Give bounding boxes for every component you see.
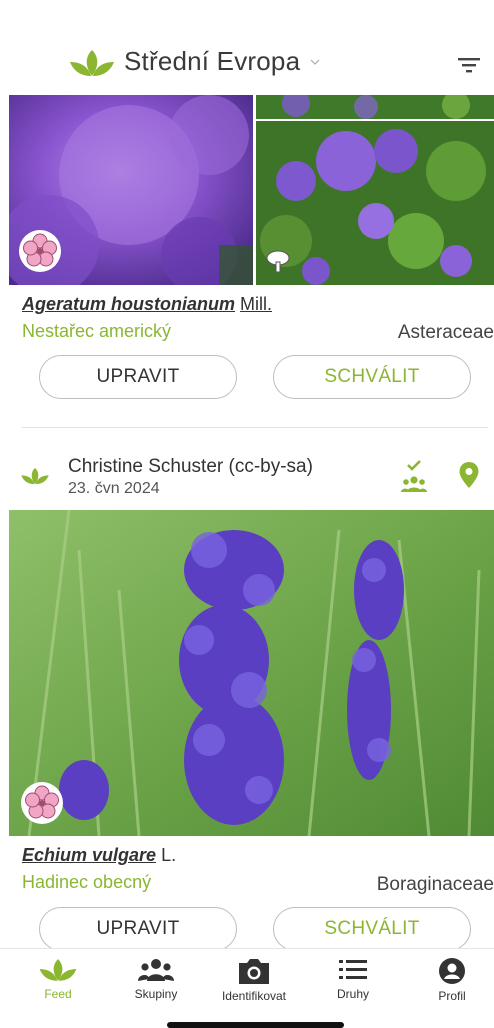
observation-photo-main[interactable] (9, 510, 494, 836)
flower-badge-icon (19, 230, 61, 272)
bottom-nav: Feed Skupiny Identifikovat Druhy Profil (0, 948, 494, 1028)
family-name: Asteraceae (397, 322, 494, 343)
observer-name[interactable]: Christine Schuster (cc-by-sa) (68, 456, 313, 478)
divider (22, 427, 488, 428)
edit-button[interactable]: UPRAVIT (39, 907, 237, 951)
nav-item-species[interactable]: Druhy (305, 957, 401, 1001)
region-title[interactable]: Střední Evropa (124, 46, 300, 77)
nav-item-groups[interactable]: Skupiny (108, 957, 204, 1001)
camera-icon (239, 959, 269, 984)
approve-button[interactable]: SCHVÁLIT (273, 907, 471, 951)
home-indicator (167, 1022, 344, 1028)
scientific-name[interactable]: Ageratum houstonianum Mill. (22, 294, 272, 315)
profile-icon (439, 958, 465, 984)
flower-badge-icon (21, 782, 63, 824)
nav-item-profile[interactable]: Profil (404, 957, 494, 1003)
approve-button[interactable]: SCHVÁLIT (273, 355, 471, 399)
chevron-down-icon[interactable] (310, 57, 320, 67)
leaf-logo-icon (70, 50, 114, 76)
observation-date: 23. čvn 2024 (68, 480, 160, 497)
scientific-name[interactable]: Echium vulgare L. (22, 845, 176, 866)
edit-button[interactable]: UPRAVIT (39, 355, 237, 399)
common-name: Hadinec obecný (22, 872, 152, 892)
group-verified-icon[interactable] (400, 458, 428, 494)
nav-item-identify[interactable]: Identifikovat (206, 957, 302, 1003)
location-pin-icon[interactable] (458, 461, 480, 489)
feed-icon (39, 959, 77, 981)
tree-badge-icon (266, 250, 290, 273)
leaf-avatar-icon (21, 467, 49, 485)
groups-icon (138, 959, 174, 981)
common-name: Nestařec americký (22, 321, 172, 341)
observation-photo-secondary[interactable] (256, 95, 494, 119)
list-icon (339, 960, 367, 979)
app-header: Střední Evropa (0, 0, 494, 95)
filter-icon[interactable] (456, 54, 482, 76)
family-name: Boraginaceae (376, 874, 494, 895)
nav-item-feed[interactable]: Feed (10, 957, 106, 1001)
